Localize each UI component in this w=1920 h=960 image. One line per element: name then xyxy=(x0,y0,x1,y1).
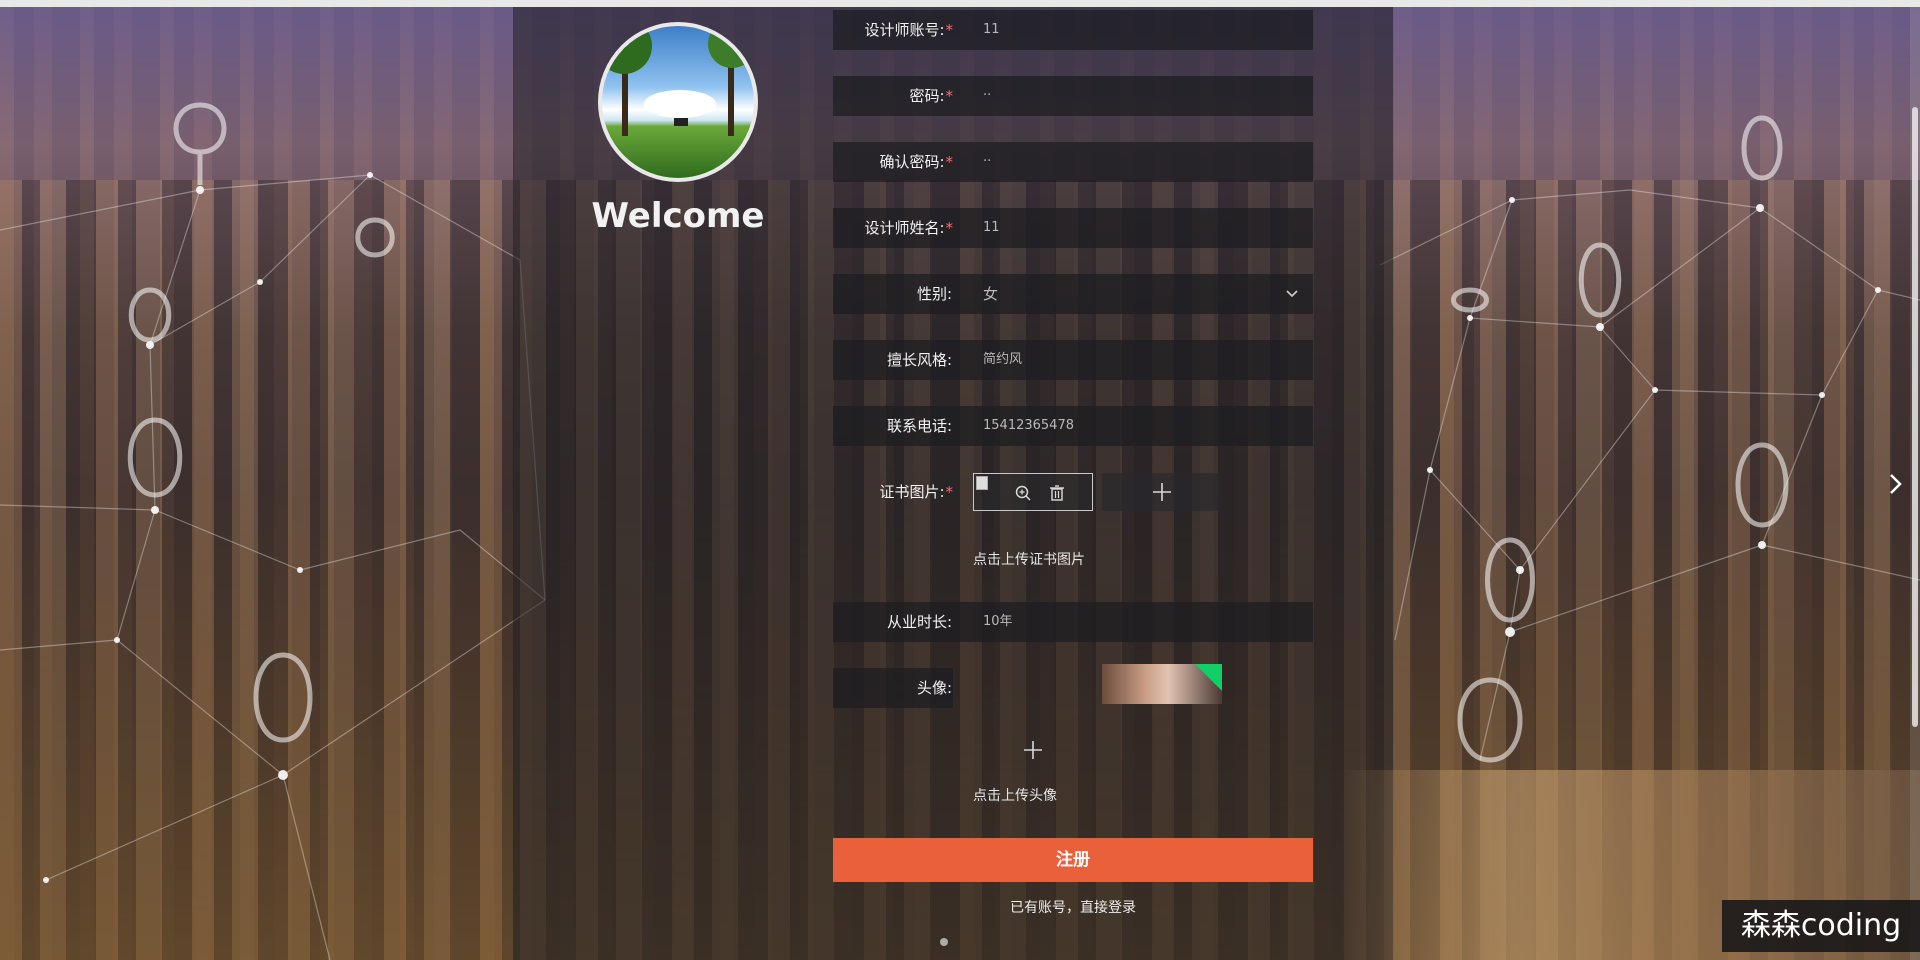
style-field[interactable]: 擅长风格: 简约风 xyxy=(833,340,1313,380)
avatar-thumbnail[interactable] xyxy=(1102,664,1222,704)
experience-label: 从业时长: xyxy=(886,613,952,631)
login-link[interactable]: 已有账号，直接登录 xyxy=(833,897,1313,917)
broken-image-icon xyxy=(976,476,988,490)
avatar-label: 头像: xyxy=(916,679,952,697)
certificate-upload-button[interactable] xyxy=(1102,473,1222,511)
register-button[interactable]: 注册 xyxy=(833,838,1313,882)
chevron-right-icon[interactable] xyxy=(1888,472,1904,496)
upload-success-check-icon xyxy=(1193,664,1222,691)
password-field[interactable]: 密码:* ·· xyxy=(833,76,1313,116)
account-field[interactable]: 设计师账号:* 11 xyxy=(833,10,1313,50)
confirm-password-input[interactable]: ·· xyxy=(983,142,991,182)
welcome-title: Welcome xyxy=(591,196,765,236)
designer-name-input[interactable]: 11 xyxy=(983,208,1000,248)
avatar-upload-button[interactable] xyxy=(973,730,1093,770)
zoom-in-icon[interactable] xyxy=(1014,484,1032,502)
certificate-row: 证书图片:* xyxy=(833,472,953,512)
avatar-upload-hint[interactable]: 点击上传头像 xyxy=(973,785,1057,805)
welcome-avatar-image xyxy=(598,22,758,182)
phone-input[interactable]: 15412365478 xyxy=(983,406,1074,446)
gender-value[interactable]: 女 xyxy=(983,274,998,314)
landscape-icon xyxy=(602,26,754,136)
carousel-dot[interactable] xyxy=(940,938,948,946)
style-label: 擅长风格: xyxy=(886,351,952,369)
phone-label: 联系电话: xyxy=(886,417,952,435)
page-scrollbar[interactable] xyxy=(1910,7,1920,960)
confirm-password-field[interactable]: 确认密码:* ·· xyxy=(833,142,1313,182)
plus-icon xyxy=(1024,741,1042,759)
designer-name-label: 设计师姓名:* xyxy=(864,219,953,237)
style-input[interactable]: 简约风 xyxy=(983,340,1022,380)
phone-field[interactable]: 联系电话: 15412365478 xyxy=(833,406,1313,446)
avatar-row: 头像: xyxy=(833,668,953,708)
plus-icon xyxy=(1153,483,1171,501)
delete-icon[interactable] xyxy=(1048,484,1066,502)
certificate-label: 证书图片:* xyxy=(879,483,953,501)
password-input[interactable]: ·· xyxy=(983,76,991,116)
experience-input[interactable]: 10年 xyxy=(983,602,1013,642)
certificate-upload-hint[interactable]: 点击上传证书图片 xyxy=(973,549,1085,569)
account-label: 设计师账号:* xyxy=(864,21,953,39)
watermark: 森森coding xyxy=(1722,900,1920,952)
experience-field[interactable]: 从业时长: 10年 xyxy=(833,602,1313,642)
scrollbar-thumb[interactable] xyxy=(1912,107,1918,727)
chevron-down-icon[interactable] xyxy=(1285,287,1299,301)
confirm-password-label: 确认密码:* xyxy=(879,153,953,171)
certificate-thumbnail[interactable] xyxy=(973,473,1093,511)
browser-top-strip xyxy=(0,0,1920,7)
account-input[interactable]: 11 xyxy=(983,10,1000,50)
gender-label: 性别: xyxy=(916,285,952,303)
password-label: 密码:* xyxy=(909,87,953,105)
designer-name-field[interactable]: 设计师姓名:* 11 xyxy=(833,208,1313,248)
gender-select[interactable]: 性别: 女 xyxy=(833,274,1313,314)
